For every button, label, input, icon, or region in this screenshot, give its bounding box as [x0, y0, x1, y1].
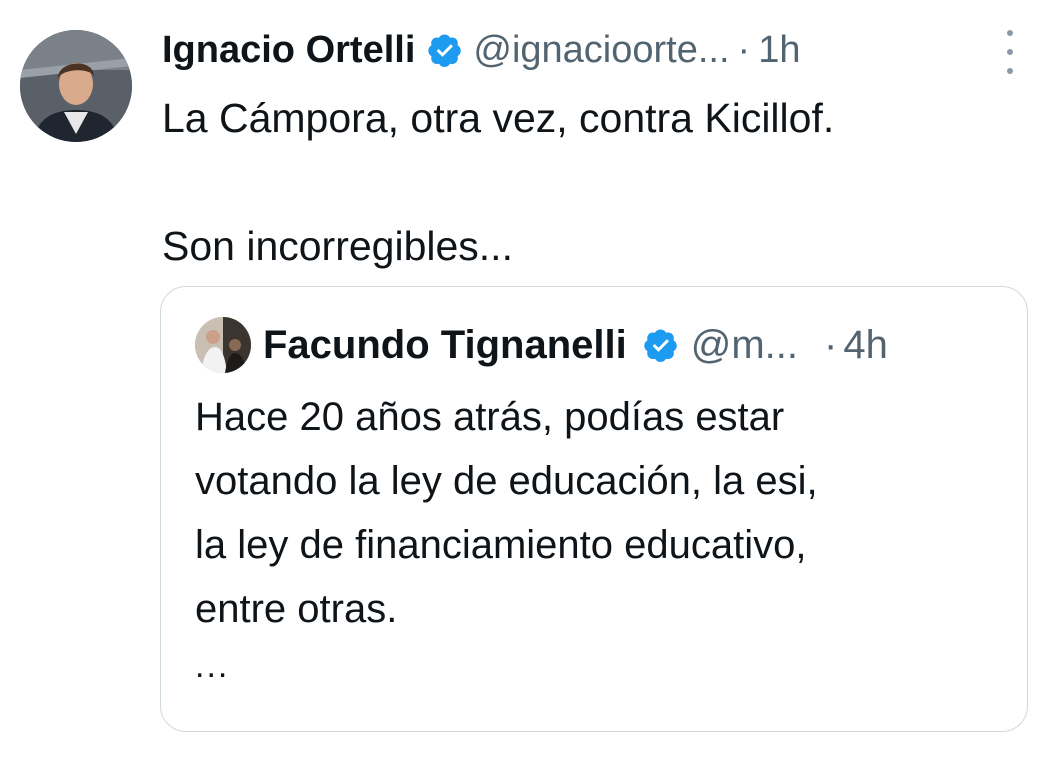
tweet-header: Ignacio Ortelli @ignacioorte... · 1h	[162, 22, 800, 78]
quoted-author-avatar	[195, 317, 251, 373]
quoted-author-handle: @m...	[690, 322, 798, 367]
quoted-author-name: Facundo Tignanelli	[263, 322, 627, 367]
quoted-text-line: Hace 20 años atrás, podías estar	[195, 395, 785, 439]
separator-dot: ·	[737, 28, 751, 71]
more-dot	[1007, 68, 1013, 74]
quoted-author-photo	[195, 317, 251, 373]
more-vertical-icon[interactable]	[998, 30, 1022, 74]
author-name[interactable]: Ignacio Ortelli	[162, 29, 415, 72]
truncation-ellipsis: ...	[195, 647, 230, 685]
quoted-tweet-timestamp: 4h	[843, 322, 888, 367]
quoted-text-line: la ley de financiamiento educativo,	[195, 523, 807, 567]
quoted-text-line: entre otras.	[195, 587, 398, 631]
author-photo	[20, 30, 132, 142]
quoted-tweet-card[interactable]: Facundo Tignanelli @m... · 4h Hace 20 añ…	[160, 286, 1028, 732]
tweet-text-line: La Cámpora, otra vez, contra Kicillof.	[162, 95, 835, 141]
verified-badge-icon	[644, 329, 677, 362]
separator-dot: ·	[824, 322, 838, 367]
quoted-tweet-text: Hace 20 años atrás, podías estar votando…	[195, 385, 1005, 641]
tweet-text-line: Son incorregibles...	[162, 223, 513, 269]
more-dot	[1007, 30, 1013, 36]
author-handle[interactable]: @ignacioorte...	[473, 29, 729, 72]
quoted-tweet-header: Facundo Tignanelli @m... · 4h	[263, 317, 888, 373]
verified-badge-icon	[428, 34, 462, 67]
tweet-timestamp[interactable]: 1h	[758, 29, 800, 72]
more-dot	[1007, 49, 1013, 55]
tweet-text: La Cámpora, otra vez, contra Kicillof. S…	[162, 86, 834, 278]
quoted-text-line: votando la ley de educación, la esi,	[195, 459, 818, 503]
author-avatar[interactable]	[20, 30, 132, 142]
